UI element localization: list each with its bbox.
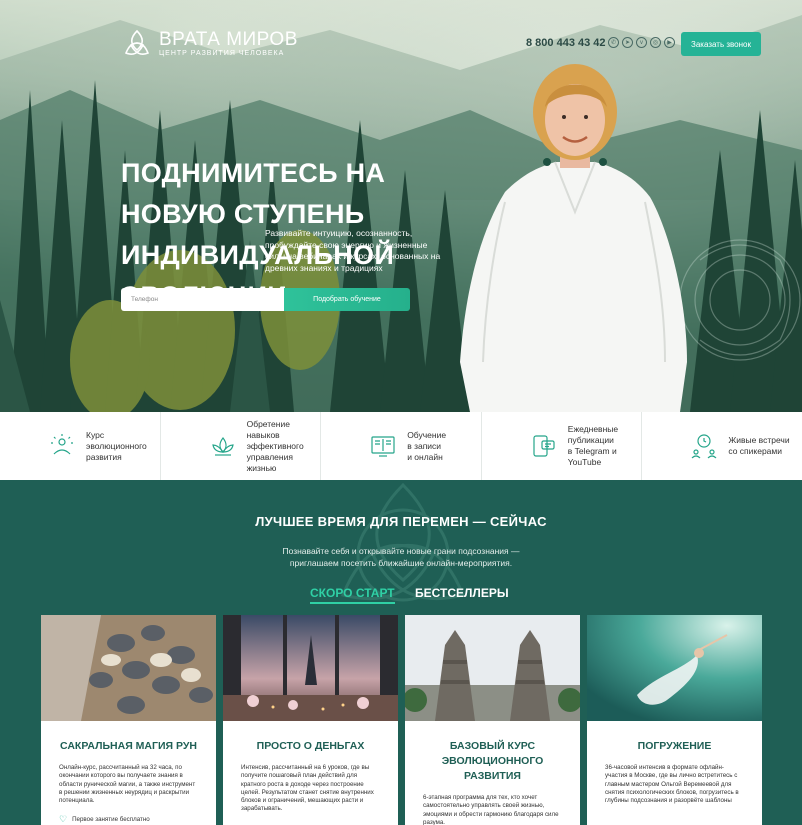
feature-item: Ежедневные публикации в Telegram и YouTu… (482, 412, 643, 480)
feature-text: Ежедневные публикации в Telegram и YouTu… (567, 424, 619, 467)
vk-icon[interactable]: v (636, 37, 647, 48)
card-free-label: Первое занятие бесплатно (72, 816, 150, 824)
call-request-button[interactable]: Заказать звонок (681, 32, 761, 56)
whatsapp-icon[interactable]: ✆ (608, 37, 619, 48)
feature-item: Обучение в записи и онлайн (321, 412, 482, 480)
logo[interactable]: ВРАТА МИРОВ ЦЕНТР РАЗВИТИЯ ЧЕЛОВЕКА (121, 28, 298, 60)
course-card[interactable]: ПОГРУЖЕНИЕ 36-часовой интенсив в формате… (587, 615, 762, 825)
hero-speaker-photo (460, 64, 687, 412)
book-icon (371, 436, 395, 457)
feature-text: Курс эволюционного развития (86, 429, 147, 462)
youtube-icon[interactable]: ▶ (664, 37, 675, 48)
header-phone[interactable]: 8 800 443 43 42 (526, 37, 606, 49)
hero-section: ВРАТА МИРОВ ЦЕНТР РАЗВИТИЯ ЧЕЛОВЕКА 8 80… (0, 0, 802, 412)
instagram-icon[interactable]: ◎ (650, 37, 661, 48)
meditation-icon (51, 434, 73, 455)
feature-text: Обретение навыков эффективного управлени… (246, 418, 304, 473)
phone-input[interactable] (121, 288, 284, 311)
card-title: БАЗОВЫЙ КУРС ЭВОЛЮЦИОННОГО РАЗВИТИЯ (441, 740, 544, 782)
feature-item: Курс эволюционного развития (0, 412, 161, 480)
feature-text: Живые встречи со спикерами (728, 435, 790, 456)
feature-text: Обучение в записи и онлайн (407, 429, 447, 462)
heart-icon: ♡ (59, 814, 68, 825)
card-image-temple-gate (405, 615, 580, 721)
section-subtitle: Познавайте себя и открывайте новые грани… (282, 546, 520, 568)
tab-coming-soon[interactable]: СКОРО СТАРТ (310, 586, 395, 604)
lead-form: Подобрать обучение (121, 288, 410, 311)
card-description: Онлайн-курс, рассчитанный на 32 часа, по… (59, 764, 196, 805)
card-free-note: ♡ Первое занятие бесплатно (41, 814, 216, 825)
logo-title: ВРАТА МИРОВ (159, 28, 298, 50)
section-title: ЛУЧШЕЕ ВРЕМЯ ДЛЯ ПЕРЕМЕН — СЕЙЧАС (255, 514, 547, 529)
card-image-underwater (587, 615, 762, 721)
feature-item: Живые встречи со спикерами (642, 412, 802, 480)
card-description: Интенсив, рассчитанный на 6 уроков, где … (241, 764, 374, 813)
tab-bestsellers[interactable]: БЕСТСЕЛЛЕРЫ (415, 586, 509, 600)
hero-description: Развивайте интуицию, осознанность, пробу… (265, 228, 441, 273)
course-card[interactable]: ПРОСТО О ДЕНЬГАХ Интенсив, рассчитанный … (223, 615, 398, 825)
card-image-paris (223, 615, 398, 721)
feature-item: Обретение навыков эффективного управлени… (161, 412, 322, 480)
chat-icon (533, 435, 555, 457)
card-image-runes (41, 615, 216, 721)
events-section: ЛУЧШЕЕ ВРЕМЯ ДЛЯ ПЕРЕМЕН — СЕЙЧАС Познав… (0, 480, 802, 825)
card-title: ПОГРУЖЕНИЕ (637, 740, 712, 752)
card-description: 36-часовой интенсив в формате офлайн-уча… (605, 764, 739, 805)
telegram-icon[interactable]: ➤ (622, 37, 633, 48)
card-title: ПРОСТО О ДЕНЬГАХ (256, 740, 365, 752)
card-title: САКРАЛЬНАЯ МАГИЯ РУН (60, 740, 197, 752)
social-links: ✆ ➤ v ◎ ▶ (608, 37, 675, 48)
speakers-icon (691, 434, 717, 459)
course-card[interactable]: САКРАЛЬНАЯ МАГИЯ РУН Онлайн-курс, рассчи… (41, 615, 216, 825)
course-card[interactable]: БАЗОВЫЙ КУРС ЭВОЛЮЦИОННОГО РАЗВИТИЯ 6-эт… (405, 615, 580, 825)
card-description: 6-этапная программа для тех, кто хочет с… (423, 794, 559, 825)
find-course-button[interactable]: Подобрать обучение (284, 288, 410, 311)
features-bar: Курс эволюционного развития Обретение на… (0, 412, 802, 480)
logo-knot-icon (124, 29, 150, 55)
logo-subtitle: ЦЕНТР РАЗВИТИЯ ЧЕЛОВЕКА (159, 49, 285, 57)
lotus-icon (211, 437, 234, 456)
